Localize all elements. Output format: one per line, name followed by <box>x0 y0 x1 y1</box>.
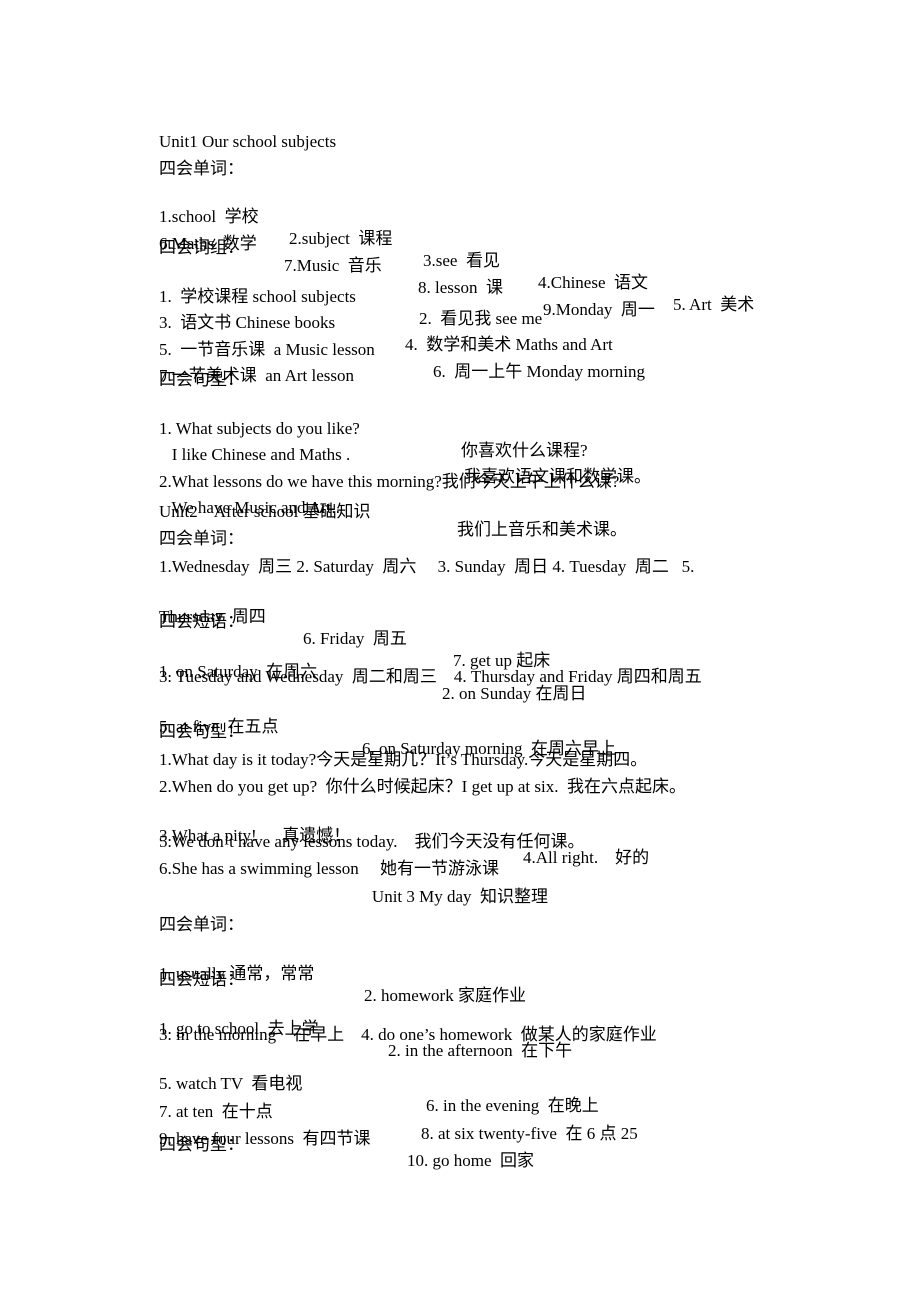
sentence-chinese: 我们上音乐和美术课。 <box>457 520 627 539</box>
unit1-phrases-heading: 四会词组： <box>159 238 244 257</box>
sentence-english: I like Chinese and Maths . <box>159 445 351 464</box>
phrase-item: 10. go home 回家 <box>407 1151 535 1170</box>
phrase-item: 2. 看见我 see me <box>419 309 543 328</box>
sentence-english: 2.What lessons do we have this morning?我… <box>159 472 620 491</box>
phrase-item: 5. 一节音乐课 a Music lesson <box>159 340 375 359</box>
phrase-item: 3. 语文书 Chinese books <box>159 313 336 332</box>
phrase-item: 1. 学校课程 school subjects <box>159 287 356 306</box>
sentence-row: 1.What day is it today?今天是星期几？It’s Thurs… <box>159 750 648 769</box>
word-item: 4.Chinese 语文 <box>538 273 649 292</box>
unit2-sentences-heading: 四会句型： <box>159 722 244 741</box>
phrase-item: 8. at six twenty-five 在 6 点 25 <box>421 1124 638 1143</box>
phrase-row: 3. Tuesday and Wednesday 周二和周三 4. Thursd… <box>159 667 702 686</box>
word-item: 8. lesson 课 <box>418 278 503 297</box>
word-item: 3.see 看见 <box>423 251 500 270</box>
phrase-item: 6. in the evening 在晚上 <box>426 1096 599 1115</box>
unit2-words-line1: 1.Wednesday 周三 2. Saturday 周六 3. Sunday … <box>159 557 695 576</box>
phrase-item: 7. at ten 在十点 <box>159 1102 273 1121</box>
sentence-row: 5.We don’t have any lessons today. 我们今天没… <box>159 832 585 851</box>
sentence-chinese: 你喜欢什么课程? <box>461 441 588 460</box>
unit3-words-heading: 四会单词： <box>159 915 244 934</box>
unit2-words-heading: 四会单词： <box>159 529 244 548</box>
word-item: 9.Monday 周一 <box>543 300 655 319</box>
word-item: 6. Friday 周五 <box>303 629 407 648</box>
word-item: 2. homework 家庭作业 <box>364 986 526 1005</box>
sentence-row: 6.She has a swimming lesson 她有一节游泳课 <box>159 859 499 878</box>
unit3-phrases-heading: 四会短语： <box>159 970 244 989</box>
unit1-title: Unit1 Our school subjects <box>159 132 337 151</box>
unit2-phrases-heading: 四会短语： <box>159 612 244 631</box>
word-item: 7.Music 音乐 <box>284 256 382 275</box>
phrase-item: 4. 数学和美术 Maths and Art <box>405 335 613 354</box>
word-item: 5. Art 美术 <box>673 295 755 314</box>
phrase-row: 3. in the morning 在早上 4. do one’s homewo… <box>159 1025 657 1044</box>
word-item: 2.subject 课程 <box>289 229 393 248</box>
sentence-row: 2.When do you get up? 你什么时候起床？I get up a… <box>159 777 686 796</box>
unit3-sentences-heading: 四会句型： <box>159 1135 244 1154</box>
unit1-sentences-heading: 四会句型： <box>159 370 244 389</box>
phrase-item: 5. watch TV 看电视 <box>159 1074 303 1093</box>
unit2-title: Unit2 After school 基础知识 <box>159 502 371 521</box>
unit1-words-heading: 四会单词： <box>159 159 244 178</box>
unit3-title: Unit 3 My day 知识整理 <box>371 887 549 906</box>
sentence-english: 1. What subjects do you like? <box>159 419 360 438</box>
document-page: Unit1 Our school subjects 四会单词： 1.school… <box>0 0 920 1300</box>
phrase-item: 6. 周一上午 Monday morning <box>433 362 646 381</box>
